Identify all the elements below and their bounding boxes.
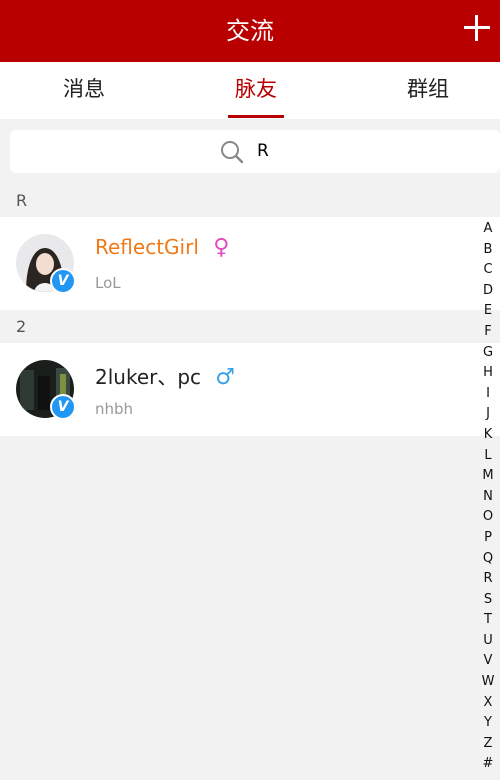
index-letter[interactable]: N — [478, 487, 498, 508]
contact-name: 2luker、pc — [95, 365, 202, 389]
search-icon — [221, 141, 244, 164]
contact-name-row: ReflectGirl ♀ — [95, 235, 229, 260]
index-letter[interactable]: A — [478, 219, 498, 240]
tab-bar: 消息 脉友 群组 — [0, 62, 500, 119]
section-letter: R — [16, 191, 28, 210]
index-letter[interactable]: M — [478, 466, 498, 487]
index-letter[interactable]: K — [478, 425, 498, 446]
contact-subtitle: nhbh — [95, 400, 134, 418]
index-letter[interactable]: U — [478, 631, 498, 652]
index-letter[interactable]: Q — [478, 549, 498, 570]
tab-messages[interactable]: 消息 — [14, 62, 154, 119]
index-letter[interactable]: X — [478, 693, 498, 714]
female-icon: ♀ — [213, 235, 230, 260]
index-letter[interactable]: G — [478, 343, 498, 364]
verified-badge: V — [50, 394, 76, 420]
avatar[interactable]: V — [16, 234, 76, 294]
index-letter[interactable]: L — [478, 446, 498, 467]
index-letter[interactable]: E — [478, 301, 498, 322]
section-letter: 2 — [16, 317, 27, 336]
verified-badge: V — [50, 268, 76, 294]
index-letter[interactable]: B — [478, 240, 498, 261]
index-letter[interactable]: Z — [478, 734, 498, 755]
contact-row[interactable]: V ReflectGirl ♀ LoL — [0, 217, 500, 310]
index-letter[interactable]: F — [478, 322, 498, 343]
contact-row[interactable]: V 2luker、pc ♂ nhbh — [0, 343, 500, 436]
index-letter[interactable]: P — [478, 528, 498, 549]
avatar[interactable]: V — [16, 360, 76, 420]
index-letter[interactable]: D — [478, 281, 498, 302]
index-letter[interactable]: O — [478, 507, 498, 528]
active-tab-indicator — [228, 115, 284, 118]
index-letter[interactable]: J — [478, 404, 498, 425]
search-input[interactable]: R — [10, 130, 500, 173]
page-title: 交流 — [226, 17, 274, 45]
search-value: R — [257, 141, 269, 161]
add-icon[interactable] — [462, 13, 492, 43]
section-header-2: 2 — [0, 310, 500, 343]
index-letter[interactable]: S — [478, 590, 498, 611]
tab-contacts-label: 脉友 — [235, 77, 277, 101]
index-letter[interactable]: C — [478, 260, 498, 281]
index-letter[interactable]: # — [478, 754, 498, 775]
index-letter[interactable]: Y — [478, 713, 498, 734]
index-letter[interactable]: I — [478, 384, 498, 405]
index-letter[interactable]: V — [478, 651, 498, 672]
index-letter[interactable]: W — [478, 672, 498, 693]
male-icon: ♂ — [215, 365, 236, 390]
contact-name-row: 2luker、pc ♂ — [95, 361, 235, 390]
index-letter[interactable]: H — [478, 363, 498, 384]
index-letter[interactable]: T — [478, 610, 498, 631]
tab-contacts[interactable]: 脉友 — [186, 62, 326, 119]
alphabet-index[interactable]: A B C D E F G H I J K L M N O P Q R S T U V W X Y Z # — [478, 219, 498, 775]
top-bar: 交流 — [0, 0, 500, 62]
tab-groups[interactable]: 群组 — [358, 62, 498, 119]
index-letter[interactable]: R — [478, 569, 498, 590]
contact-subtitle: LoL — [95, 274, 121, 292]
contact-name: ReflectGirl — [95, 235, 199, 259]
section-header-r: R — [0, 184, 500, 217]
